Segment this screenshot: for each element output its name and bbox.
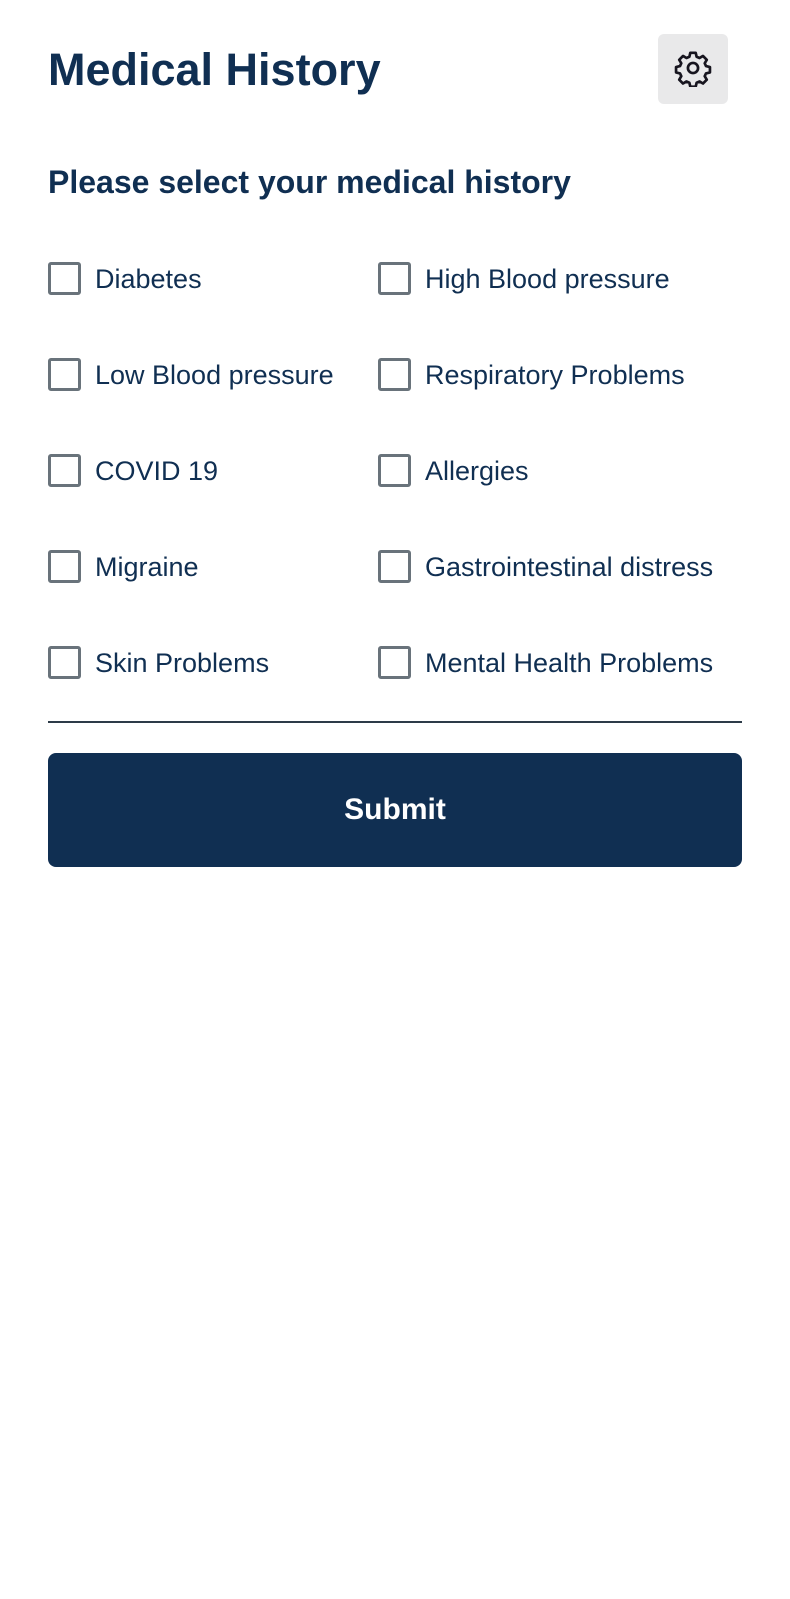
settings-button[interactable] — [658, 34, 728, 104]
checkbox[interactable] — [48, 358, 81, 391]
covid-19-checkbox-option[interactable]: COVID 19 — [48, 453, 378, 549]
gear-icon — [674, 49, 712, 90]
submit-button[interactable]: Submit — [48, 753, 742, 867]
checkbox[interactable] — [48, 454, 81, 487]
low-blood-pressure-checkbox-option[interactable]: Low Blood pressure — [48, 357, 378, 453]
checkbox[interactable] — [378, 454, 411, 487]
checkbox[interactable] — [378, 262, 411, 295]
checkbox-label: COVID 19 — [95, 456, 219, 486]
checkbox-label: Migraine — [95, 552, 199, 582]
checkbox-label: Low Blood pressure — [95, 360, 334, 390]
respiratory-problems-checkbox-option[interactable]: Respiratory Problems — [378, 357, 742, 453]
checkbox[interactable] — [378, 550, 411, 583]
skin-problems-checkbox-option[interactable]: Skin Problems — [48, 645, 378, 741]
checkbox-label: Gastrointestinal distress — [425, 552, 714, 582]
checkbox-label: Diabetes — [95, 264, 202, 294]
checkbox-label: Skin Problems — [95, 648, 270, 678]
checkbox-label: Allergies — [425, 456, 529, 486]
medical-history-options: Diabetes High Blood pressure Low Blood p… — [48, 261, 742, 741]
checkbox-label: Mental Health Problems — [425, 648, 714, 678]
gastrointestinal-distress-checkbox-option[interactable]: Gastrointestinal distress — [378, 549, 742, 645]
checkbox[interactable] — [48, 550, 81, 583]
checkbox-label: Respiratory Problems — [425, 360, 685, 390]
checkbox[interactable] — [378, 358, 411, 391]
allergies-checkbox-option[interactable]: Allergies — [378, 453, 742, 549]
migraine-checkbox-option[interactable]: Migraine — [48, 549, 378, 645]
form-instruction: Please select your medical history — [48, 164, 571, 200]
high-blood-pressure-checkbox-option[interactable]: High Blood pressure — [378, 261, 742, 357]
diabetes-checkbox-option[interactable]: Diabetes — [48, 261, 378, 357]
checkbox[interactable] — [48, 262, 81, 295]
mental-health-problems-checkbox-option[interactable]: Mental Health Problems — [378, 645, 742, 741]
checkbox[interactable] — [378, 646, 411, 679]
checkbox-label: High Blood pressure — [425, 264, 670, 294]
page-title: Medical History — [48, 44, 381, 95]
app-header: Medical History — [48, 34, 728, 106]
form-divider — [48, 721, 742, 723]
checkbox[interactable] — [48, 646, 81, 679]
